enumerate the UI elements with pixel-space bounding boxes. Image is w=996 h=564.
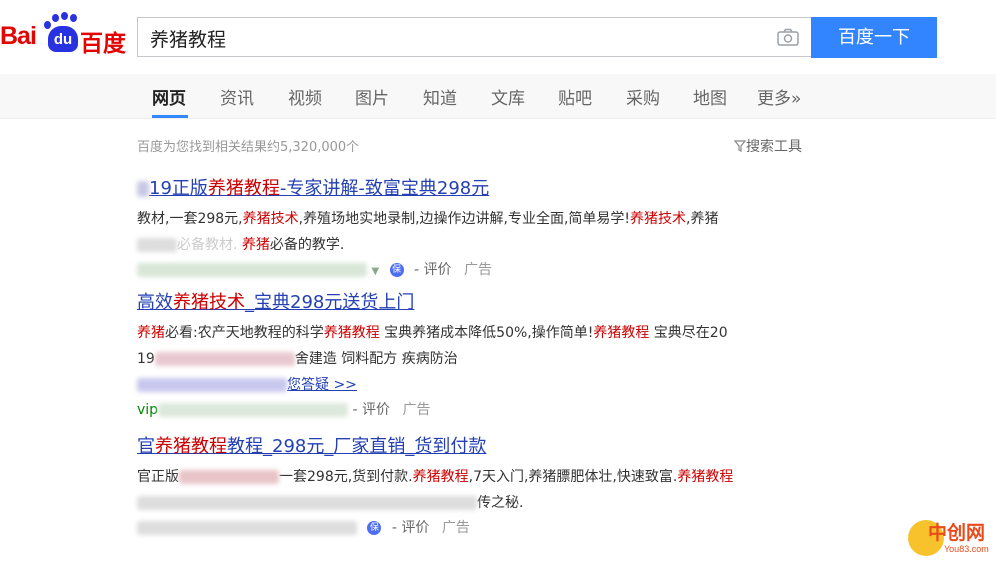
- search-tabs: 网页 资讯 视频 图片 知道 文库 贴吧 采购 地图 更多»: [0, 74, 996, 119]
- paw-toe-icon: [44, 21, 51, 29]
- blurred-url: [158, 403, 349, 417]
- review-link[interactable]: 评价: [362, 402, 390, 418]
- blurred-text: [179, 470, 279, 484]
- logo-chinese-text: 百度: [80, 30, 126, 56]
- search-result: 官养猪教程教程_298元_厂家直销_货到付款 官正版 一套298元,货到付款.养猪…: [137, 436, 837, 540]
- result-description: 传之秘.: [137, 490, 837, 516]
- result-description: 官正版 一套298元,货到付款.养猪教程,7天入门,养猪膘肥体壮,快速致富.养猪教…: [137, 469, 734, 485]
- tab-news[interactable]: 资讯: [220, 84, 254, 109]
- review-link[interactable]: 评价: [401, 520, 429, 536]
- tab-more[interactable]: 更多»: [757, 84, 801, 109]
- result-title-link[interactable]: 官养猪教程教程_298元_厂家直销_货到付款: [137, 436, 837, 458]
- logo-du-badge: du: [48, 26, 78, 52]
- result-meta: vip - 评价 广告: [137, 402, 431, 418]
- search-tools-label: 搜索工具: [746, 139, 802, 155]
- logo-bai-text: Bai: [0, 22, 37, 50]
- blurred-url: [137, 263, 367, 277]
- result-meta: ▼ 保 - 评价 广告: [137, 258, 837, 284]
- search-result: 高效养猪技术_宝典298元送货上门 养猪必看:农产天地教程的科学养猪教程 宝典养…: [137, 292, 837, 422]
- camera-icon[interactable]: [777, 28, 799, 46]
- active-tab-indicator: [152, 115, 188, 118]
- ad-label[interactable]: 广告: [402, 402, 430, 418]
- dropdown-arrow-icon[interactable]: ▼: [371, 266, 379, 277]
- paw-toe-icon: [61, 12, 68, 20]
- blurred-text: [137, 181, 149, 197]
- result-description: 教材,一套298元,养猪技术,养殖场地实地录制,边操作边讲解,专业全面,简单易学…: [137, 211, 719, 227]
- blurred-text: [137, 238, 177, 252]
- verify-badge-icon[interactable]: 保: [367, 521, 382, 535]
- tab-wenku[interactable]: 文库: [491, 84, 525, 109]
- watermark-subtext: You83.com: [944, 544, 989, 554]
- tab-caigou[interactable]: 采购: [626, 84, 660, 109]
- blurred-text: [154, 352, 295, 366]
- search-input[interactable]: [148, 18, 772, 58]
- result-link-row: 您答疑 >>: [137, 372, 837, 398]
- verify-badge-icon[interactable]: 保: [389, 263, 404, 277]
- baidu-logo[interactable]: Bai du 百度: [0, 12, 128, 56]
- result-description: 19 舍建造 饲料配方 疾病防治: [137, 351, 458, 367]
- watermark-text: 中创网: [928, 522, 986, 544]
- result-meta: 保 - 评价 广告: [137, 516, 837, 540]
- filter-icon: [733, 140, 747, 152]
- tab-video[interactable]: 视频: [288, 84, 322, 109]
- blurred-text: [137, 378, 287, 392]
- search-tools-button[interactable]: 搜索工具: [733, 136, 802, 156]
- tab-images[interactable]: 图片: [355, 84, 389, 109]
- paw-toe-icon: [70, 14, 77, 22]
- tab-tieba[interactable]: 贴吧: [558, 84, 592, 109]
- search-result: 19正版养猪教程-专家讲解-致富宝典298元 教材,一套298元,养猪技术,养殖…: [137, 178, 837, 284]
- result-description: 必备教材. 养猪必备的教学.: [137, 232, 837, 258]
- tab-map[interactable]: 地图: [693, 84, 727, 109]
- review-link[interactable]: 评价: [424, 262, 452, 278]
- search-box: [137, 17, 811, 58]
- ad-label[interactable]: 广告: [464, 262, 492, 278]
- search-button[interactable]: 百度一下: [811, 17, 937, 58]
- tab-web[interactable]: 网页: [152, 84, 186, 109]
- result-title-link[interactable]: 19正版养猪教程-专家讲解-致富宝典298元: [137, 178, 837, 200]
- site-watermark: 中创网 You83.com: [908, 518, 994, 560]
- paw-toe-icon: [52, 14, 59, 22]
- result-count: 百度为您找到相关结果约5,320,000个: [137, 140, 360, 155]
- header-bar: Bai du 百度 百度一下: [0, 0, 996, 74]
- blurred-url: [137, 521, 357, 535]
- blurred-text: [137, 496, 477, 510]
- tab-zhidao[interactable]: 知道: [423, 84, 457, 109]
- answer-link[interactable]: 您答疑 >>: [287, 377, 357, 393]
- ad-label[interactable]: 广告: [442, 520, 470, 536]
- result-description: 养猪必看:农产天地教程的科学养猪教程 宝典养猪成本降低50%,操作简单!养猪教程…: [137, 325, 728, 341]
- result-title-link[interactable]: 高效养猪技术_宝典298元送货上门: [137, 292, 837, 314]
